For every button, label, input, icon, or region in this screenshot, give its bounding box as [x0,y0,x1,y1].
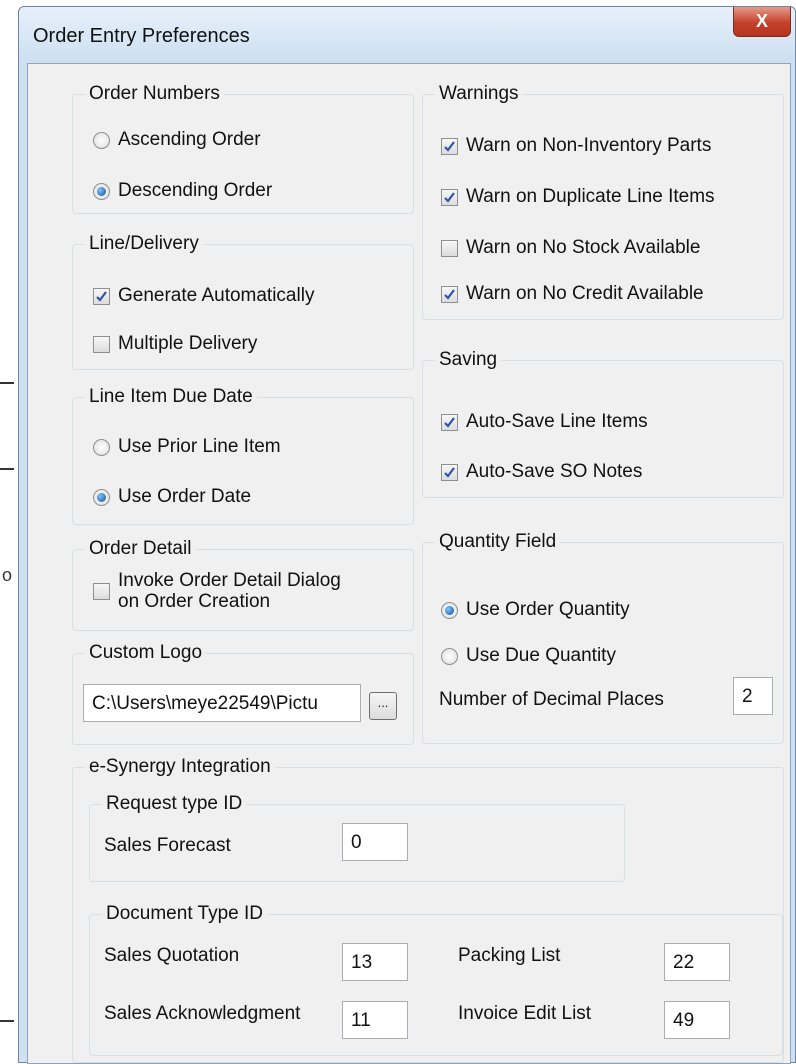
document-type-title: Document Type ID [102,902,268,926]
line-item-due-date-group: Line Item Due Date Use Prior Line Item U… [72,385,414,525]
radio-icon [93,438,110,456]
checkbox-checked-icon [441,285,458,303]
background-text-fragment: o [2,565,13,585]
checkbox-unchecked-icon [441,239,458,257]
invoice-edit-list-label: Invoice Edit List [458,1003,592,1024]
warn-no-stock-checkbox[interactable]: Warn on No Stock Available [441,237,700,259]
warn-no-credit-checkbox[interactable]: Warn on No Credit Available [441,283,704,305]
use-due-quantity-radio[interactable]: Use Due Quantity [441,645,616,667]
radio-selected-icon [93,488,110,506]
auto-save-so-notes-checkbox[interactable]: Auto-Save SO Notes [441,461,642,483]
multiple-delivery-checkbox[interactable]: Multiple Delivery [93,333,257,355]
option-label: Use Order Quantity [466,599,630,620]
checkbox-checked-icon [441,188,458,206]
use-order-quantity-radio[interactable]: Use Order Quantity [441,599,630,621]
close-icon: X [755,11,768,31]
saving-group: Saving Auto-Save Line Items Auto-Save SO… [422,348,784,498]
radio-selected-icon [441,601,458,619]
background-tick [0,468,14,470]
option-label-line2: on Order Creation [118,591,271,612]
auto-save-line-items-checkbox[interactable]: Auto-Save Line Items [441,411,648,433]
option-label: Warn on No Stock Available [466,237,701,258]
background-app-strip: o [0,0,18,1063]
sales-forecast-field[interactable]: 0 [342,823,408,861]
option-label-line1: Invoke Order Detail Dialog [118,570,341,591]
order-detail-group: Order Detail Invoke Order Detail Dialog … [72,537,414,631]
use-prior-line-item-radio[interactable]: Use Prior Line Item [93,436,281,458]
option-label: Multiple Delivery [118,333,258,354]
quantity-field-group: Quantity Field Use Order Quantity Use Du… [422,530,784,744]
option-label: Warn on No Credit Available [466,283,704,304]
document-type-group: Document Type ID Sales Quotation 13 Sale… [89,902,783,1056]
warn-duplicate-line-checkbox[interactable]: Warn on Duplicate Line Items [441,186,715,208]
option-label: Auto-Save Line Items [466,411,648,432]
option-label: Auto-Save SO Notes [466,461,643,482]
logo-path-field[interactable]: C:\Users\meye22549\Pictu [83,684,361,722]
option-label: Use Order Date [118,486,252,507]
sales-forecast-label: Sales Forecast [104,835,231,856]
checkbox-checked-icon [441,413,458,431]
generate-automatically-checkbox[interactable]: Generate Automatically [93,285,314,307]
warnings-title: Warnings [435,82,523,106]
option-label: Warn on Duplicate Line Items [466,186,715,207]
request-type-title: Request type ID [102,792,247,816]
saving-title: Saving [435,348,502,372]
invoice-edit-list-field[interactable]: 49 [664,1001,730,1039]
sales-quotation-label: Sales Quotation [104,945,240,966]
dialog-title: Order Entry Preferences [33,25,250,47]
order-numbers-group: Order Numbers Ascending Order Descending… [72,82,414,214]
sales-acknowledgment-label: Sales Acknowledgment [104,1003,301,1024]
line-delivery-group: Line/Delivery Generate Automatically Mul… [72,232,414,370]
option-label: Descending Order [118,180,273,201]
esynergy-group: e-Synergy Integration Request type ID Sa… [72,755,784,1063]
radio-icon [93,131,110,149]
line-item-due-date-title: Line Item Due Date [85,385,257,409]
background-tick [0,382,14,384]
order-numbers-title: Order Numbers [85,82,224,106]
checkbox-checked-icon [441,463,458,481]
quantity-field-title: Quantity Field [435,530,561,554]
option-label-block: Invoke Order Detail Dialog on Order Crea… [118,570,341,612]
title-bar[interactable]: Order Entry Preferences X [19,7,795,63]
line-delivery-title: Line/Delivery [85,232,203,256]
order-detail-title: Order Detail [85,537,196,561]
ascending-order-radio[interactable]: Ascending Order [93,129,261,151]
custom-logo-group: Custom Logo C:\Users\meye22549\Pictu ... [72,641,414,745]
esynergy-title: e-Synergy Integration [85,755,275,779]
option-label: Use Prior Line Item [118,436,281,457]
radio-icon [441,647,458,665]
option-label: Generate Automatically [118,285,315,306]
dialog-body: Order Numbers Ascending Order Descending… [27,63,791,1064]
checkbox-checked-icon [93,287,110,305]
option-label: Use Due Quantity [466,645,616,666]
sales-quotation-field[interactable]: 13 [342,943,408,981]
packing-list-field[interactable]: 22 [664,943,730,981]
descending-order-radio[interactable]: Descending Order [93,180,272,202]
warn-non-inventory-checkbox[interactable]: Warn on Non-Inventory Parts [441,135,711,157]
decimal-places-field[interactable]: 2 [733,677,773,715]
sales-acknowledgment-field[interactable]: 11 [342,1001,408,1039]
close-button[interactable]: X [733,7,791,37]
packing-list-label: Packing List [458,945,561,966]
checkbox-checked-icon [441,137,458,155]
use-order-date-radio[interactable]: Use Order Date [93,486,251,508]
checkbox-unchecked-icon [93,582,110,600]
request-type-group: Request type ID Sales Forecast 0 [89,792,625,882]
preferences-dialog: Order Entry Preferences X Order Numbers … [18,6,796,1064]
browse-button[interactable]: ... [369,692,397,720]
option-label: Ascending Order [118,129,261,150]
invoke-order-detail-checkbox[interactable]: Invoke Order Detail Dialog on Order Crea… [93,570,341,612]
checkbox-unchecked-icon [93,335,110,353]
radio-selected-icon [93,182,110,200]
custom-logo-title: Custom Logo [85,641,207,665]
option-label: Warn on Non-Inventory Parts [466,135,712,156]
background-tick [0,1020,14,1022]
decimal-places-label: Number of Decimal Places [439,689,664,710]
warnings-group: Warnings Warn on Non-Inventory Parts War… [422,82,784,320]
